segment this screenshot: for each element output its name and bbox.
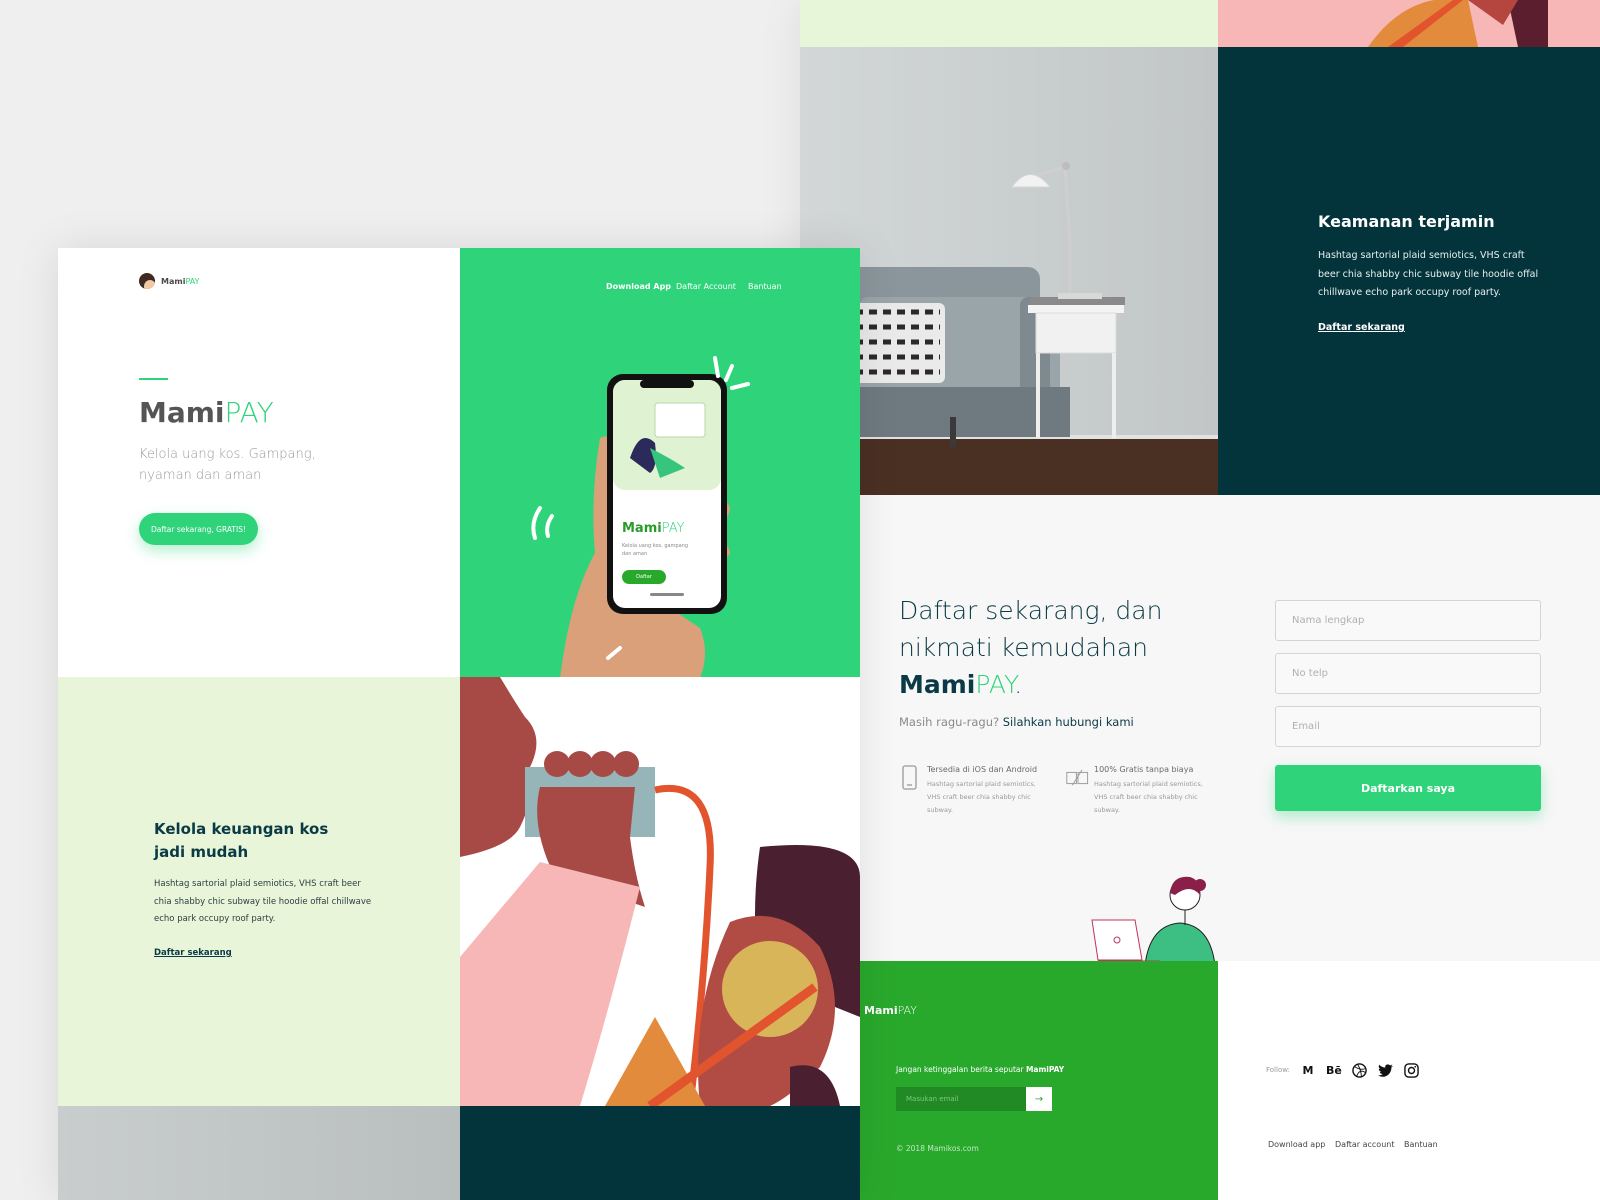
hero-cta-button[interactable]: Daftar sekarang, GRATIS!: [139, 513, 258, 545]
nav-download-app[interactable]: Download App: [606, 282, 671, 291]
phone-text: Kelola uang kos, gampang dan aman: [622, 543, 689, 557]
footer-newsletter: MamiPAY Jangan ketinggalan berita seputa…: [800, 961, 1218, 1200]
woman-laptop-illustration: [1091, 876, 1216, 965]
feature-free-title: 100% Gratis tanpa biaya: [1094, 765, 1194, 774]
feature-platform-title: Tersedia di iOS dan Android: [927, 765, 1038, 774]
signup-headline-line1: Daftar sekarang, dan: [899, 596, 1163, 625]
security-section: Keamanan terjamin Hashtag sartorial plai…: [1218, 47, 1600, 495]
name-field[interactable]: Nama lengkap: [1275, 600, 1541, 641]
signup-headline-line2: nikmati kemudahan: [899, 633, 1148, 662]
living-room-photo: [800, 47, 1218, 495]
footer-links: Follow: M Bē Download app Daftar account…: [1218, 961, 1600, 1200]
contact-us-link[interactable]: Silahkan hubungi kami: [1003, 715, 1134, 729]
phone-brand: MamiPAY: [622, 521, 685, 536]
dribbble-icon[interactable]: [1352, 1062, 1368, 1078]
feature-platform-desc: Hashtag sartorial plaid semiotics, VHS c…: [927, 780, 1036, 814]
feature-illustration: [460, 677, 860, 1106]
bottom-photo-strip: [58, 1106, 460, 1200]
nav-daftar-account[interactable]: Daftar Account: [676, 282, 736, 291]
newsletter-submit-button[interactable]: →: [1026, 1087, 1052, 1111]
instagram-icon[interactable]: [1404, 1062, 1420, 1078]
phone-icon: [902, 765, 917, 790]
left-page: MamiPAY MamiPAY Kelola uang kos. Gampang…: [58, 248, 860, 1200]
footer-link-bantuan[interactable]: Bantuan: [1404, 1140, 1438, 1149]
top-illustration-strip: [1218, 0, 1600, 47]
hero-subtitle: Kelola uang kos. Gampang, nyaman dan ama…: [139, 447, 316, 483]
mockup-stage: Keamanan terjamin Hashtag sartorial plai…: [0, 0, 1600, 1200]
feature-description: Hashtag sartorial plaid semiotics, VHS c…: [154, 879, 372, 924]
phone-daftar-button: Daftar: [622, 570, 666, 584]
register-button[interactable]: Daftarkan saya: [1275, 765, 1541, 811]
right-page: Keamanan terjamin Hashtag sartorial plai…: [800, 0, 1600, 1200]
security-description: Hashtag sartorial plaid semiotics, VHS c…: [1318, 250, 1539, 298]
woman-phone-abstract-illustration: [460, 677, 860, 1106]
feature-title: Kelola keuangan kos jadi mudah: [154, 820, 329, 861]
sofa-lamp-illustration: [800, 162, 1218, 495]
top-strip-light: [800, 0, 1218, 47]
medium-icon[interactable]: M: [1300, 1062, 1316, 1078]
hero-title: MamiPAY: [139, 396, 274, 429]
security-signup-link[interactable]: Daftar sekarang: [1318, 322, 1405, 333]
signup-headline: Daftar sekarang, dan nikmati kemudahan M…: [899, 592, 1199, 703]
free-tag-icon: [1066, 769, 1089, 786]
signup-section: Daftar sekarang, dan nikmati kemudahan M…: [800, 495, 1600, 965]
follow-label: Follow:: [1266, 1066, 1290, 1074]
phone-field[interactable]: No telp: [1275, 653, 1541, 694]
email-field[interactable]: Email: [1275, 706, 1541, 747]
twitter-icon[interactable]: [1378, 1062, 1394, 1078]
hero-left: MamiPAY MamiPAY Kelola uang kos. Gampang…: [58, 248, 460, 677]
hand-phone-illustration: [531, 356, 750, 677]
behance-icon[interactable]: Bē: [1326, 1062, 1342, 1078]
footer-link-download[interactable]: Download app: [1268, 1140, 1325, 1149]
feature-free-desc: Hashtag sartorial plaid semiotics, VHS c…: [1094, 780, 1203, 814]
footer-link-daftar[interactable]: Daftar account: [1335, 1140, 1394, 1149]
header-logo[interactable]: MamiPAY: [139, 273, 200, 289]
newsletter-email-input[interactable]: Masukan email: [896, 1087, 1026, 1111]
accent-divider: [139, 378, 168, 380]
signup-headline-brand: MamiPAY.: [899, 670, 1023, 699]
mascot-avatar: [139, 273, 155, 289]
bottom-dark-strip: [460, 1106, 860, 1200]
feature-section: Kelola keuangan kos jadi mudah Hashtag s…: [58, 677, 460, 1106]
newsletter-text: Jangan ketinggalan berita seputar MamiPA…: [896, 1065, 1065, 1074]
nav-bantuan[interactable]: Bantuan: [748, 282, 782, 291]
copyright: © 2018 Mamikos.com: [896, 1144, 979, 1153]
feature-signup-link[interactable]: Daftar sekarang: [154, 948, 232, 958]
hero-right: Download App Daftar Account Bantuan Mami…: [460, 248, 860, 677]
signup-subtext: Masih ragu-ragu? Silahkan hubungi kami: [899, 715, 1134, 729]
social-follow: Follow: M Bē: [1266, 1062, 1420, 1078]
abstract-shapes-illustration: [1368, 0, 1548, 47]
security-title: Keamanan terjamin: [1318, 212, 1495, 231]
